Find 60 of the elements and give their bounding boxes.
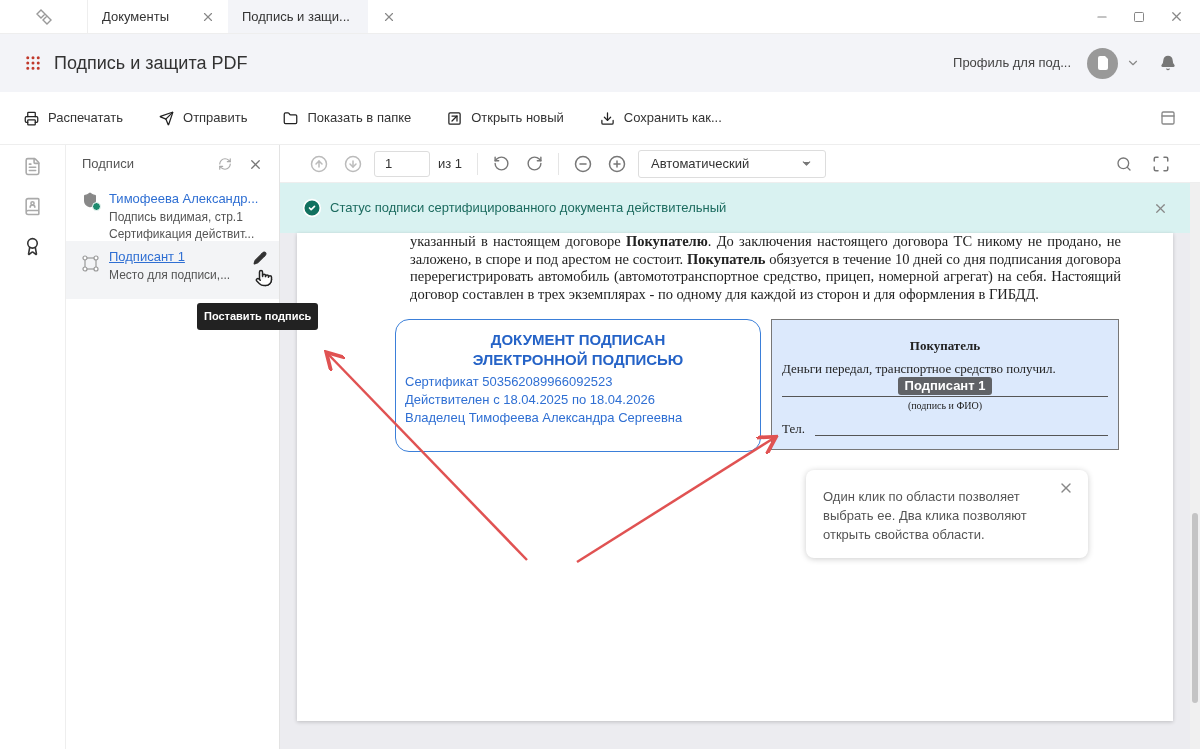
stamp-title: ЭЛЕКТРОННОЙ ПОДПИСЬЮ bbox=[471, 350, 685, 370]
scrollbar-thumb[interactable] bbox=[1192, 513, 1198, 703]
rotate-left-icon[interactable] bbox=[493, 155, 511, 172]
toolbar-button[interactable]: Распечатать bbox=[24, 108, 123, 128]
hint-text: Один клик по области позволяет выбрать ее. Два клика позволяют открыть свойства области. bbox=[823, 488, 1028, 544]
layout-icon[interactable] bbox=[1160, 110, 1176, 126]
apps-menu-icon[interactable] bbox=[24, 54, 42, 72]
stamp-detail: Сертификат 503562089966092523 bbox=[405, 373, 614, 391]
shield-check-icon bbox=[82, 192, 99, 209]
buyer-title: Покупатель bbox=[908, 337, 982, 355]
print-icon bbox=[24, 110, 39, 126]
edit-icon[interactable] bbox=[253, 251, 267, 265]
signature-detail: Подпись видимая, стр.1 bbox=[109, 208, 244, 226]
refresh-icon[interactable] bbox=[218, 157, 232, 171]
toolbar-button[interactable]: Сохранить как... bbox=[599, 108, 722, 128]
hand-cursor-icon bbox=[255, 269, 273, 287]
stamp-detail: Владелец Тимофеева Александра Сергеевна bbox=[405, 409, 684, 427]
signature-caption: (подпись и ФИО) bbox=[906, 399, 984, 413]
bell-icon[interactable] bbox=[1160, 55, 1176, 71]
search-icon[interactable] bbox=[1116, 155, 1132, 172]
field-label: Подписант 1 bbox=[897, 377, 993, 395]
contract-paragraph: указанный в настоящем договоре Покупателю. До заключения настоящего договора ТС никому не продано, не заложено, в споре и под арестом не состоит. Покупатель обязуется в течение 10 дней со дня подписания договора перерегистрировать автомобиль (автомототранспортное средство, прицеп, номерной агрегат) на себя. Настоящий договор составлен в трех экземплярах - по одному для каждой из сторон и для оформления в ГИБДД. bbox=[410, 233, 1121, 303]
toolbar-button[interactable]: Открыть новый bbox=[447, 108, 564, 128]
buyer-text: Деньги передал, транспортное средство получил. bbox=[782, 359, 1057, 378]
signers-icon[interactable] bbox=[23, 197, 42, 216]
check-icon bbox=[302, 198, 322, 218]
folder-icon bbox=[283, 110, 299, 126]
avatar[interactable] bbox=[1087, 47, 1118, 79]
maximize-icon[interactable] bbox=[1133, 10, 1145, 23]
open-icon bbox=[447, 110, 463, 126]
zoom-dropdown[interactable]: Автоматический bbox=[638, 149, 827, 178]
status-message: Статус подписи сертифицированного документа действительный bbox=[330, 199, 727, 218]
document-icon[interactable] bbox=[23, 157, 42, 176]
close-icon[interactable] bbox=[1169, 9, 1184, 24]
signer-name[interactable]: Подписант 1 bbox=[109, 247, 231, 267]
previous-page-icon[interactable] bbox=[310, 154, 328, 173]
app-title: Подпись и защита PDF bbox=[54, 51, 248, 75]
signature-detail: Место для подписи,... bbox=[109, 266, 231, 284]
zoom-in-icon[interactable] bbox=[608, 154, 627, 173]
zoom-out-icon[interactable] bbox=[574, 154, 593, 173]
signature-area[interactable]: Покупатель Деньги передал, транспортное средство получил. Подписант 1 (подпись и ФИО) Тел. bbox=[771, 319, 1119, 450]
fullscreen-icon[interactable] bbox=[1152, 154, 1170, 173]
tooltip: Поставить подпись bbox=[197, 303, 319, 330]
signature-detail: Сертификация действит... bbox=[109, 225, 256, 243]
save-icon bbox=[599, 110, 615, 126]
stamp-detail: Действителен с 18.04.2025 по 18.04.2026 bbox=[405, 391, 656, 409]
panel-title: Подписи bbox=[82, 155, 134, 174]
page-count: из 1 bbox=[438, 154, 463, 173]
rotate-right-icon[interactable] bbox=[526, 155, 544, 172]
signer-name[interactable]: Тимофеева Александр... bbox=[109, 189, 259, 209]
page-number-field[interactable]: 1 bbox=[374, 150, 430, 177]
stamp-title: ДОКУМЕНТ ПОДПИСАН bbox=[489, 330, 667, 350]
next-page-icon[interactable] bbox=[344, 154, 362, 173]
toolbar-button[interactable]: Отправить bbox=[159, 108, 248, 128]
toolbar-button[interactable]: Показать в папке bbox=[283, 108, 412, 128]
area-icon bbox=[82, 255, 99, 272]
phone-label: Тел. bbox=[782, 420, 805, 438]
signature-item[interactable]: Подписант 1 Место для подписи,... bbox=[66, 241, 279, 299]
send-icon bbox=[159, 110, 174, 126]
profile-name[interactable]: Профиль для под... bbox=[953, 53, 1071, 73]
